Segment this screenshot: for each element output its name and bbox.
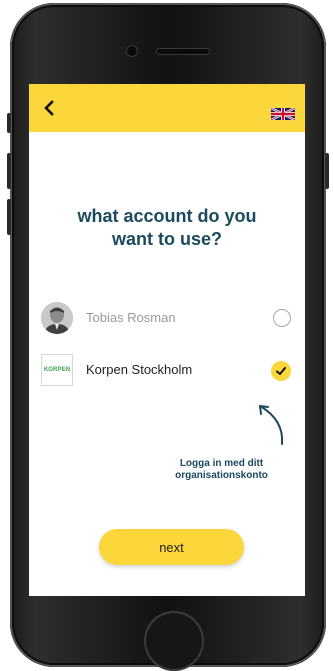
front-camera [127, 46, 137, 56]
page-title: what account do you want to use? [29, 205, 305, 251]
home-button[interactable] [144, 611, 204, 671]
korpen-logo-text: KORPEN [43, 367, 71, 373]
volume-up-button [7, 153, 11, 189]
checkmark-icon [276, 367, 286, 375]
title-line-1: what account do you [77, 206, 257, 226]
next-button[interactable]: next [99, 529, 244, 565]
avatar [41, 302, 73, 334]
title-line-2: want to use? [111, 229, 222, 249]
radio-unselected[interactable] [273, 309, 291, 327]
account-row-korpen[interactable]: KORPEN Korpen Stockholm [29, 352, 305, 392]
chevron-left-icon[interactable] [41, 100, 57, 116]
person-photo-icon [41, 302, 73, 334]
account-name: Tobias Rosman [86, 310, 176, 325]
radio-selected[interactable] [271, 361, 291, 381]
app-screen: what account do you want to use? Tobias … [29, 84, 305, 596]
korpen-logo: KORPEN [41, 354, 73, 386]
power-button [325, 153, 329, 189]
account-row-tobias[interactable]: Tobias Rosman [29, 300, 305, 340]
mute-switch [7, 113, 11, 133]
top-bar [29, 84, 305, 132]
account-name: Korpen Stockholm [86, 362, 193, 377]
hint-line-2: organisationskonto [175, 470, 268, 481]
volume-down-button [7, 199, 11, 235]
hint-text: Logga in med ditt organisationskonto [149, 458, 294, 482]
hint-line-1: Logga in med ditt [179, 458, 264, 469]
curved-arrow-icon [259, 405, 284, 445]
uk-flag-icon[interactable] [271, 106, 295, 122]
earpiece-speaker [157, 49, 209, 54]
